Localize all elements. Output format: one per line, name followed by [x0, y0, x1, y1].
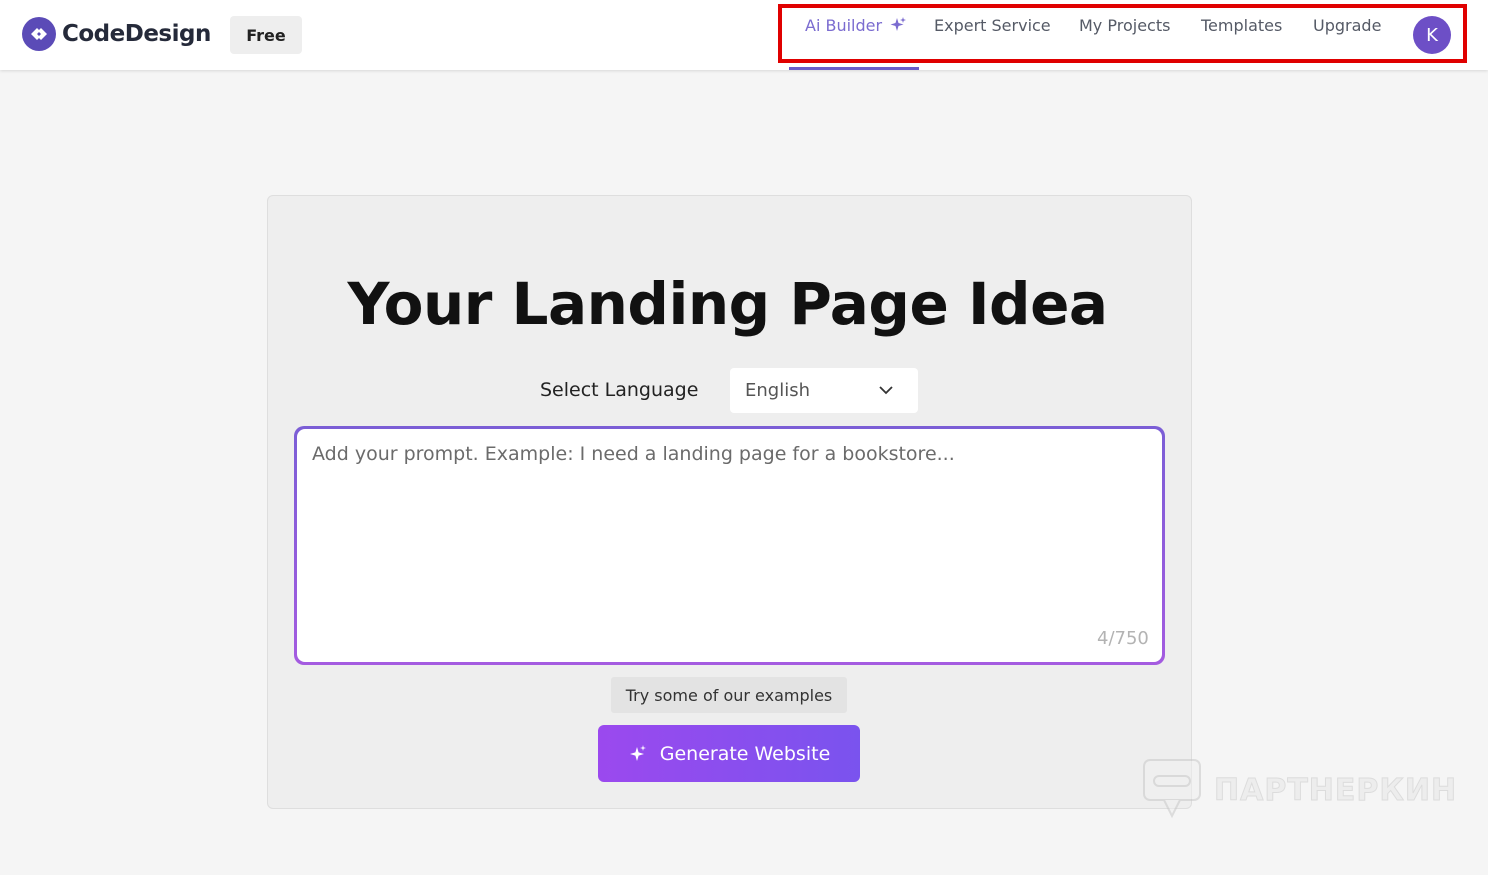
brand-logo[interactable]: CodeDesign	[22, 16, 211, 52]
language-label: Select Language	[540, 379, 699, 401]
watermark: ПАРТНЕРКИН	[1142, 758, 1457, 822]
chevron-down-icon	[879, 386, 893, 395]
language-value: English	[745, 380, 810, 401]
examples-button[interactable]: Try some of our examples	[611, 677, 847, 713]
generate-website-button[interactable]: Generate Website	[598, 725, 860, 782]
character-counter: 4/750	[1097, 628, 1149, 649]
brand-name: CodeDesign	[62, 21, 211, 47]
nav-ai-builder-label: Ai Builder	[805, 16, 883, 35]
mask-logo-icon	[1143, 759, 1201, 819]
plan-badge[interactable]: Free	[230, 16, 302, 54]
prompt-field-border	[294, 426, 1165, 665]
nav-ai-builder[interactable]: Ai Builder	[805, 16, 907, 35]
user-avatar[interactable]: K	[1413, 16, 1451, 54]
page-title: Your Landing Page Idea	[347, 270, 1108, 338]
prompt-input[interactable]	[297, 429, 1162, 662]
language-select[interactable]: English	[730, 368, 918, 413]
nav-upgrade[interactable]: Upgrade	[1313, 16, 1381, 35]
nav-expert-service[interactable]: Expert Service	[934, 16, 1051, 35]
sparkle-icon	[629, 744, 646, 761]
generate-button-label: Generate Website	[659, 742, 831, 765]
active-tab-indicator	[789, 67, 919, 70]
top-navbar: CodeDesign Free Ai Builder Expert Servic…	[0, 0, 1488, 70]
sparkle-icon	[890, 17, 907, 31]
codedesign-logo-icon	[22, 17, 56, 51]
watermark-text: ПАРТНЕРКИН	[1213, 772, 1458, 808]
nav-templates[interactable]: Templates	[1201, 16, 1282, 35]
nav-my-projects[interactable]: My Projects	[1079, 16, 1170, 35]
